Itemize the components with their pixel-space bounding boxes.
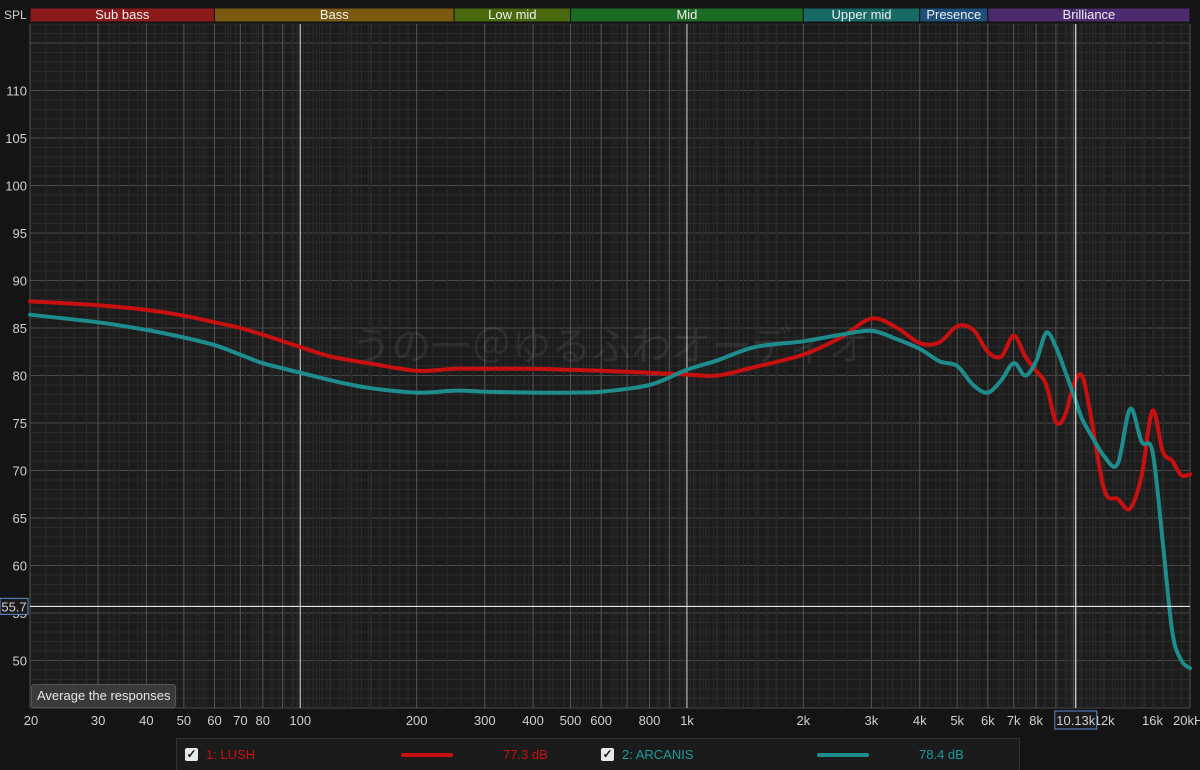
y-tick-label: 95 [13, 226, 27, 241]
x-tick-label: 60 [207, 713, 221, 728]
x-tick-label: 70 [233, 713, 247, 728]
x-tick-label: 80 [256, 713, 270, 728]
y-tick-label: 65 [13, 511, 27, 526]
band-label: Brilliance [1063, 7, 1116, 22]
y-tick-label: 100 [5, 179, 27, 194]
legend-name-1: 1: LUSH [206, 747, 256, 762]
x-tick-label: 50 [177, 713, 191, 728]
x-tick-label: 16k [1142, 713, 1163, 728]
x-tick-label: 200 [406, 713, 428, 728]
x-tick-label: 300 [474, 713, 496, 728]
y-tick-label: 105 [5, 131, 27, 146]
y-tick-label: 80 [13, 369, 27, 384]
x-tick-label: 600 [590, 713, 612, 728]
y-tick-label: 60 [13, 559, 27, 574]
x-tick-label: 20kHz [1173, 713, 1200, 728]
x-tick-label: 500 [560, 713, 582, 728]
frequency-bands: Sub bass Bass Low mid Mid Upper mid Presence B… [29, 7, 1191, 23]
x-tick-label: 6k [981, 713, 995, 728]
legend-name-2: 2: ARCANIS [622, 747, 694, 762]
y-tick-label: 75 [13, 416, 27, 431]
x-tick-label: 20 [24, 713, 38, 728]
legend-panel: ✓ 1: LUSH 77.3 dB ✓ 2: ARCANIS 78.4 dB [176, 738, 1020, 770]
band-label: Upper mid [832, 7, 892, 22]
x-tick-label: 2k [796, 713, 810, 728]
x-tick-label: 400 [522, 713, 544, 728]
legend-item-1[interactable]: ✓ 1: LUSH [185, 739, 255, 770]
x-tick-label: 4k [913, 713, 927, 728]
x-tick-label: 100 [289, 713, 311, 728]
y-tick-label: 50 [13, 654, 27, 669]
band-label: Sub bass [95, 7, 150, 22]
band-label: Mid [676, 7, 697, 22]
legend-checkbox-2[interactable]: ✓ [601, 748, 614, 761]
band-label: Low mid [488, 7, 536, 22]
y-tick-label: 90 [13, 274, 27, 289]
y-tick-label: 110 [6, 84, 27, 99]
x-tick-label: 40 [139, 713, 153, 728]
cursor-x-label: 10.13k [1056, 713, 1096, 728]
x-tick-label: 3k [865, 713, 879, 728]
legend-swatch-1 [401, 753, 453, 757]
frequency-response-chart[interactable]: SPL Sub bass Bass Low mid Mid Upper mid Prese… [0, 0, 1200, 738]
y-tick-label: 70 [13, 464, 27, 479]
legend-item-2[interactable]: ✓ 2: ARCANIS [601, 739, 694, 770]
x-tick-label: 1k [680, 713, 694, 728]
x-tick-label: 7k [1007, 713, 1021, 728]
y-tick-label: 85 [13, 321, 27, 336]
cursor-y-label: 55.7 [1, 599, 26, 614]
band-label: Presence [926, 7, 981, 22]
legend-db-1: 77.3 dB [503, 747, 548, 762]
x-tick-label: 5k [950, 713, 964, 728]
band-label: Bass [320, 7, 349, 22]
x-tick-label: 8k [1029, 713, 1043, 728]
watermark: うの一＠ゆるふわオーディオ [351, 324, 868, 370]
legend-checkbox-1[interactable]: ✓ [185, 748, 198, 761]
legend-swatch-2 [817, 753, 869, 757]
legend-db-2: 78.4 dB [919, 747, 964, 762]
average-responses-button[interactable]: Average the responses [31, 684, 177, 708]
y-axis-label: SPL [4, 8, 27, 22]
x-tick-label: 30 [91, 713, 105, 728]
x-tick-label: 800 [639, 713, 661, 728]
